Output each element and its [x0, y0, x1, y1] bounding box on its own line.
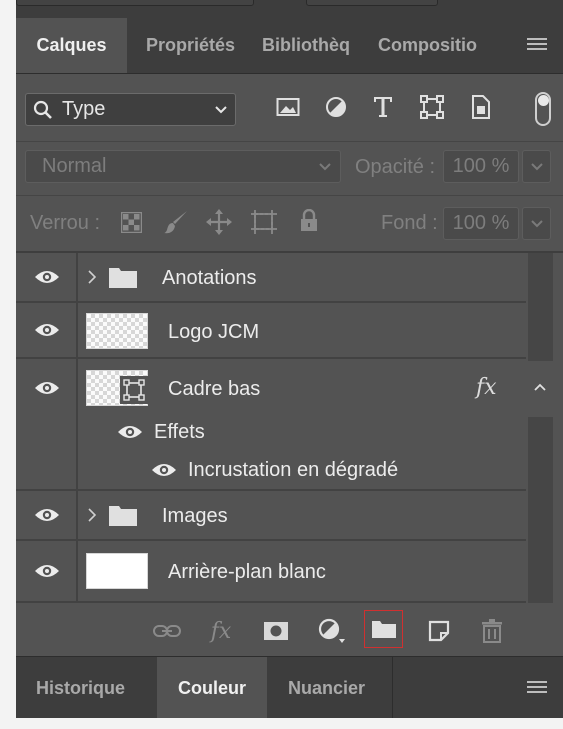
add-layer-style-button[interactable]: fx [206, 617, 236, 645]
lock-label: Verrou : [30, 212, 101, 234]
lock-all-icon[interactable] [299, 209, 319, 233]
layer-name: Arrière-plan blanc [168, 561, 326, 583]
fx-indicator: fx [476, 375, 497, 400]
delete-layer-button[interactable] [477, 617, 507, 645]
layers-action-bar: fx [16, 605, 563, 655]
blend-mode-select[interactable]: Normal [25, 150, 341, 183]
layer-thumbnail [86, 553, 148, 589]
search-icon [33, 100, 52, 119]
mask-icon [264, 622, 288, 640]
lock-row: Verrou : Fond : 100 % [16, 196, 563, 250]
shape-layer-badge-icon [120, 376, 148, 404]
effects-label: Effets [154, 421, 205, 443]
chevron-right-icon[interactable] [88, 270, 96, 284]
opacity-dropdown[interactable] [522, 150, 551, 183]
link-layers-button[interactable] [152, 617, 182, 645]
filter-kind-select[interactable]: Type [25, 93, 236, 126]
visibility-column [16, 359, 78, 489]
effect-item-name: Incrustation en dégradé [188, 459, 399, 481]
layer-name: Cadre bas [168, 378, 261, 400]
tab-historique[interactable]: Historique [36, 657, 146, 718]
adjustment-layer-icon [318, 618, 345, 643]
layers-scrollbar[interactable] [528, 253, 553, 603]
eye-icon[interactable] [34, 379, 60, 397]
layer-row-images[interactable]: Images [16, 491, 526, 541]
fill-dropdown[interactable] [522, 207, 551, 240]
new-layer-icon [428, 620, 450, 642]
chevron-right-icon[interactable] [88, 508, 96, 522]
effects-collapse-button[interactable] [528, 361, 553, 417]
layers-panel: Calques Propriétés Bibliothèq Compositio… [16, 0, 563, 718]
layers-list: Anotations Logo JCM Cadre bas fx Effets … [16, 253, 526, 603]
smart-object-filter-icon[interactable] [464, 90, 498, 124]
layer-row-cadre-bas[interactable]: Cadre bas fx Effets Incrustation en dégr… [16, 359, 526, 491]
secondary-tab-bar: Historique Couleur Nuancier [16, 656, 563, 718]
fill-field[interactable]: 100 % [443, 207, 519, 240]
layer-row-anotations[interactable]: Anotations [16, 253, 526, 303]
chevron-down-icon [531, 163, 543, 171]
panel-menu-icon[interactable] [527, 38, 547, 52]
chevron-down-icon [319, 163, 331, 171]
lock-position-icon[interactable] [206, 209, 232, 235]
chevron-down-icon [215, 106, 227, 114]
shape-filter-icon[interactable] [415, 90, 449, 124]
lock-image-pixels-icon[interactable] [163, 209, 189, 235]
lock-artboard-icon[interactable] [250, 209, 278, 235]
filter-toggle[interactable] [535, 92, 551, 126]
filter-row: Type [16, 74, 563, 141]
tab-composition[interactable]: Compositio [378, 18, 481, 73]
eye-icon[interactable] [34, 268, 60, 286]
fx-icon: fx [210, 618, 232, 644]
visibility-column [16, 303, 78, 357]
opacity-label: Opacité : [355, 156, 436, 178]
eye-icon[interactable] [34, 506, 60, 524]
fill-label: Fond : [381, 212, 438, 234]
eye-icon[interactable] [34, 321, 60, 339]
tab-couleur[interactable]: Couleur [157, 657, 267, 718]
new-adjustment-layer-button[interactable] [316, 617, 346, 645]
adjustment-filter-icon[interactable] [319, 90, 353, 124]
blend-mode-value: Normal [42, 155, 107, 177]
new-layer-button[interactable] [424, 617, 454, 645]
chevron-down-icon [531, 220, 543, 228]
layer-name: Anotations [162, 267, 257, 289]
tab-separator [392, 657, 393, 718]
visibility-column [16, 541, 78, 601]
layer-row-arriere-plan-blanc[interactable]: Arrière-plan blanc [16, 541, 526, 603]
type-filter-icon[interactable] [366, 90, 400, 124]
upper-field [16, 0, 254, 6]
eye-icon[interactable] [34, 562, 60, 580]
layer-name: Images [162, 505, 228, 527]
filter-kind-value: Type [62, 98, 106, 120]
tab-bibliotheques[interactable]: Bibliothèq [262, 18, 361, 73]
panel-menu-icon[interactable] [527, 681, 547, 695]
lock-transparent-pixels-icon[interactable] [121, 212, 142, 233]
tab-calques[interactable]: Calques [16, 18, 127, 73]
trash-icon [482, 619, 502, 643]
chevron-up-icon [534, 383, 546, 391]
link-icon [153, 625, 181, 637]
layer-row-logo-jcm[interactable]: Logo JCM [16, 303, 526, 359]
layer-thumbnail [86, 313, 148, 349]
panel-tab-bar: Calques Propriétés Bibliothèq Compositio [16, 18, 563, 74]
folder-icon [109, 506, 137, 526]
blend-row: Normal Opacité : 100 % [16, 142, 563, 192]
new-group-button[interactable] [364, 610, 403, 648]
new-group-icon [372, 621, 396, 638]
layer-name: Logo JCM [168, 321, 260, 343]
eye-icon[interactable] [116, 423, 144, 441]
tab-proprietes[interactable]: Propriétés [146, 18, 246, 73]
upper-field-2 [306, 0, 438, 6]
visibility-column [16, 253, 78, 301]
opacity-field[interactable]: 100 % [443, 150, 519, 183]
image-filter-icon[interactable] [271, 90, 305, 124]
add-mask-button[interactable] [261, 617, 291, 645]
visibility-column [16, 491, 78, 539]
folder-icon [109, 268, 137, 288]
tab-nuancier[interactable]: Nuancier [288, 657, 388, 718]
upper-panel-edge [16, 0, 563, 18]
eye-icon[interactable] [150, 461, 178, 479]
